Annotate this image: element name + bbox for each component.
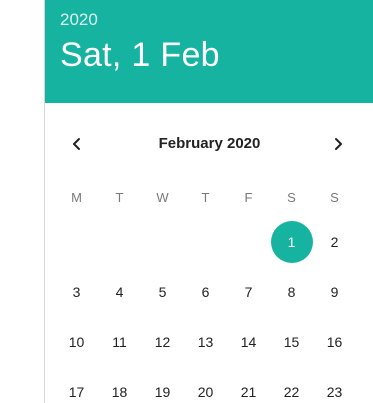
calendar-day[interactable]: 15 — [270, 317, 313, 367]
calendar-day-grid: 1 2 3 4 5 6 7 8 9 10 11 12 13 14 15 16 17 18 19 20 21 22 23 — [55, 217, 360, 403]
weekday-label: T — [115, 190, 124, 205]
calendar-day[interactable]: 13 — [184, 317, 227, 367]
empty-day-cell — [55, 217, 98, 267]
day-number: 7 — [244, 284, 253, 300]
year-label[interactable]: 2020 — [60, 10, 373, 30]
date-picker-dialog: 2020 Sat, 1 Feb February 2020 MTWTFSS 12… — [44, 0, 373, 403]
day-number: 6 — [201, 284, 210, 300]
selected-date-label: Sat, 1 Feb — [60, 36, 220, 74]
calendar-day[interactable]: 22 — [270, 367, 313, 403]
calendar-day[interactable]: 12 — [141, 317, 184, 367]
calendar-day[interactable]: 16 — [313, 317, 356, 367]
calendar-day[interactable]: 8 — [270, 267, 313, 317]
empty-day-cell — [98, 217, 141, 267]
day-number: 19 — [154, 384, 171, 400]
calendar-day-selected[interactable]: 1 — [270, 217, 313, 267]
weekday-header-row: MTWTFSS — [55, 190, 360, 205]
day-number: 10 — [68, 334, 85, 350]
calendar-day[interactable]: 7 — [227, 267, 270, 317]
calendar-day[interactable]: 19 — [141, 367, 184, 403]
calendar-day[interactable]: 17 — [55, 367, 98, 403]
weekday-label: M — [71, 190, 82, 205]
empty-day-cell — [141, 217, 184, 267]
day-number: 22 — [283, 384, 300, 400]
weekday-label: F — [244, 190, 253, 205]
calendar-day[interactable]: 21 — [227, 367, 270, 403]
day-number: 4 — [115, 284, 124, 300]
day-number: 17 — [68, 384, 85, 400]
weekday-label: W — [156, 190, 169, 205]
empty-day-cell — [184, 217, 227, 267]
empty-day-cell — [227, 217, 270, 267]
next-month-button[interactable] — [320, 126, 356, 162]
day-number: 21 — [240, 384, 257, 400]
weekday-label: S — [330, 190, 339, 205]
calendar-day[interactable]: 6 — [184, 267, 227, 317]
calendar-day[interactable]: 11 — [98, 317, 141, 367]
calendar-day[interactable]: 3 — [55, 267, 98, 317]
month-navigation: February 2020 — [45, 126, 373, 162]
calendar-day[interactable]: 20 — [184, 367, 227, 403]
day-number: 1 — [287, 234, 296, 250]
day-number: 8 — [287, 284, 296, 300]
calendar-day[interactable]: 9 — [313, 267, 356, 317]
day-number: 5 — [158, 284, 167, 300]
day-number: 3 — [72, 284, 81, 300]
day-number: 14 — [240, 334, 257, 350]
day-number: 15 — [283, 334, 300, 350]
calendar-day[interactable]: 10 — [55, 317, 98, 367]
day-number: 11 — [112, 334, 127, 350]
day-number: 12 — [154, 334, 171, 350]
date-picker-header: 2020 Sat, 1 Feb — [45, 0, 373, 103]
day-number: 20 — [197, 384, 214, 400]
calendar-day[interactable]: 18 — [98, 367, 141, 403]
calendar-day[interactable]: 23 — [313, 367, 356, 403]
day-number: 13 — [197, 334, 214, 350]
calendar-day[interactable]: 14 — [227, 317, 270, 367]
calendar-day[interactable]: 4 — [98, 267, 141, 317]
day-number: 16 — [326, 334, 343, 350]
day-number: 2 — [330, 234, 339, 250]
day-number: 9 — [330, 284, 339, 300]
calendar-day[interactable]: 5 — [141, 267, 184, 317]
weekday-label: S — [287, 190, 296, 205]
day-number: 23 — [326, 384, 343, 400]
day-number: 18 — [111, 384, 128, 400]
calendar-day[interactable]: 2 — [313, 217, 356, 267]
chevron-right-icon — [335, 138, 342, 150]
weekday-label: T — [201, 190, 210, 205]
